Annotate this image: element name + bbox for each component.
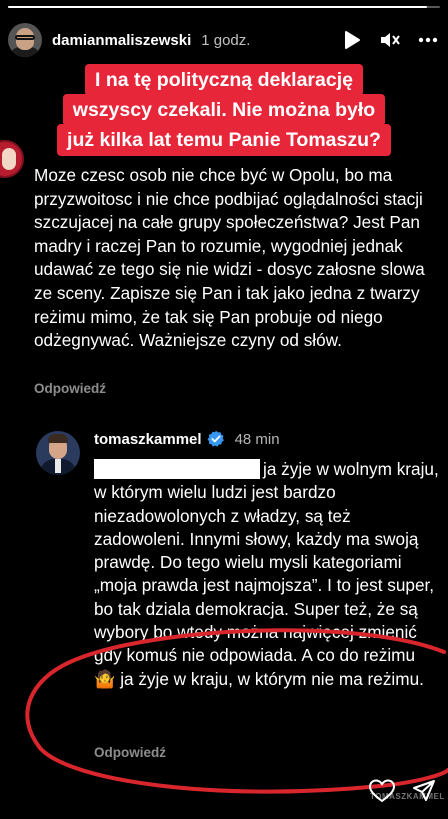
author-avatar[interactable] (8, 23, 42, 57)
story-header: damianmaliszewski 1 godz. (8, 20, 440, 60)
headline-line: I na tę polityczną deklarację (85, 64, 363, 96)
author-username[interactable]: damianmaliszewski (52, 32, 191, 49)
reply-author-avatar[interactable] (36, 431, 80, 475)
comment-text: Moze czesc osob nie chce być w Opolu, bo… (34, 165, 425, 351)
reply-time: 48 min (234, 430, 280, 448)
headline-line: już kilka lat temu Panie Tomaszu? (57, 124, 391, 156)
headline-line: wszyscy czekali. Nie można było (62, 94, 386, 126)
reply-username[interactable]: tomaszkammel (94, 431, 202, 448)
reply-button[interactable]: Odpowiedź (34, 381, 106, 396)
more-icon[interactable] (416, 28, 440, 52)
story-controls (340, 28, 440, 52)
redacted-mention (94, 459, 260, 479)
reply-button[interactable]: Odpowiedź (94, 745, 166, 760)
story-progress-fill (8, 6, 428, 8)
verified-badge-icon (207, 430, 224, 447)
watermark: TOMASZKAMMEL (370, 792, 445, 801)
reply-header: tomaszkammel 48 min (94, 430, 280, 448)
mute-icon[interactable] (378, 28, 402, 52)
headline-banner: I na tę polityczną deklarację wszyscy cz… (0, 64, 448, 156)
story-time: 1 godz. (201, 31, 251, 49)
story-progress-bar (8, 6, 440, 8)
reply-text-block: ja żyje w wolnym kraju, w którym wielu l… (94, 458, 440, 691)
reply-text-end: ja żyje w kraju, w którym nie ma reżimu. (120, 668, 424, 689)
shrug-emoji: 🤷 (94, 668, 116, 689)
reply-text: ja żyje w wolnym kraju, w którym wielu l… (94, 459, 439, 666)
play-icon[interactable] (340, 28, 364, 52)
